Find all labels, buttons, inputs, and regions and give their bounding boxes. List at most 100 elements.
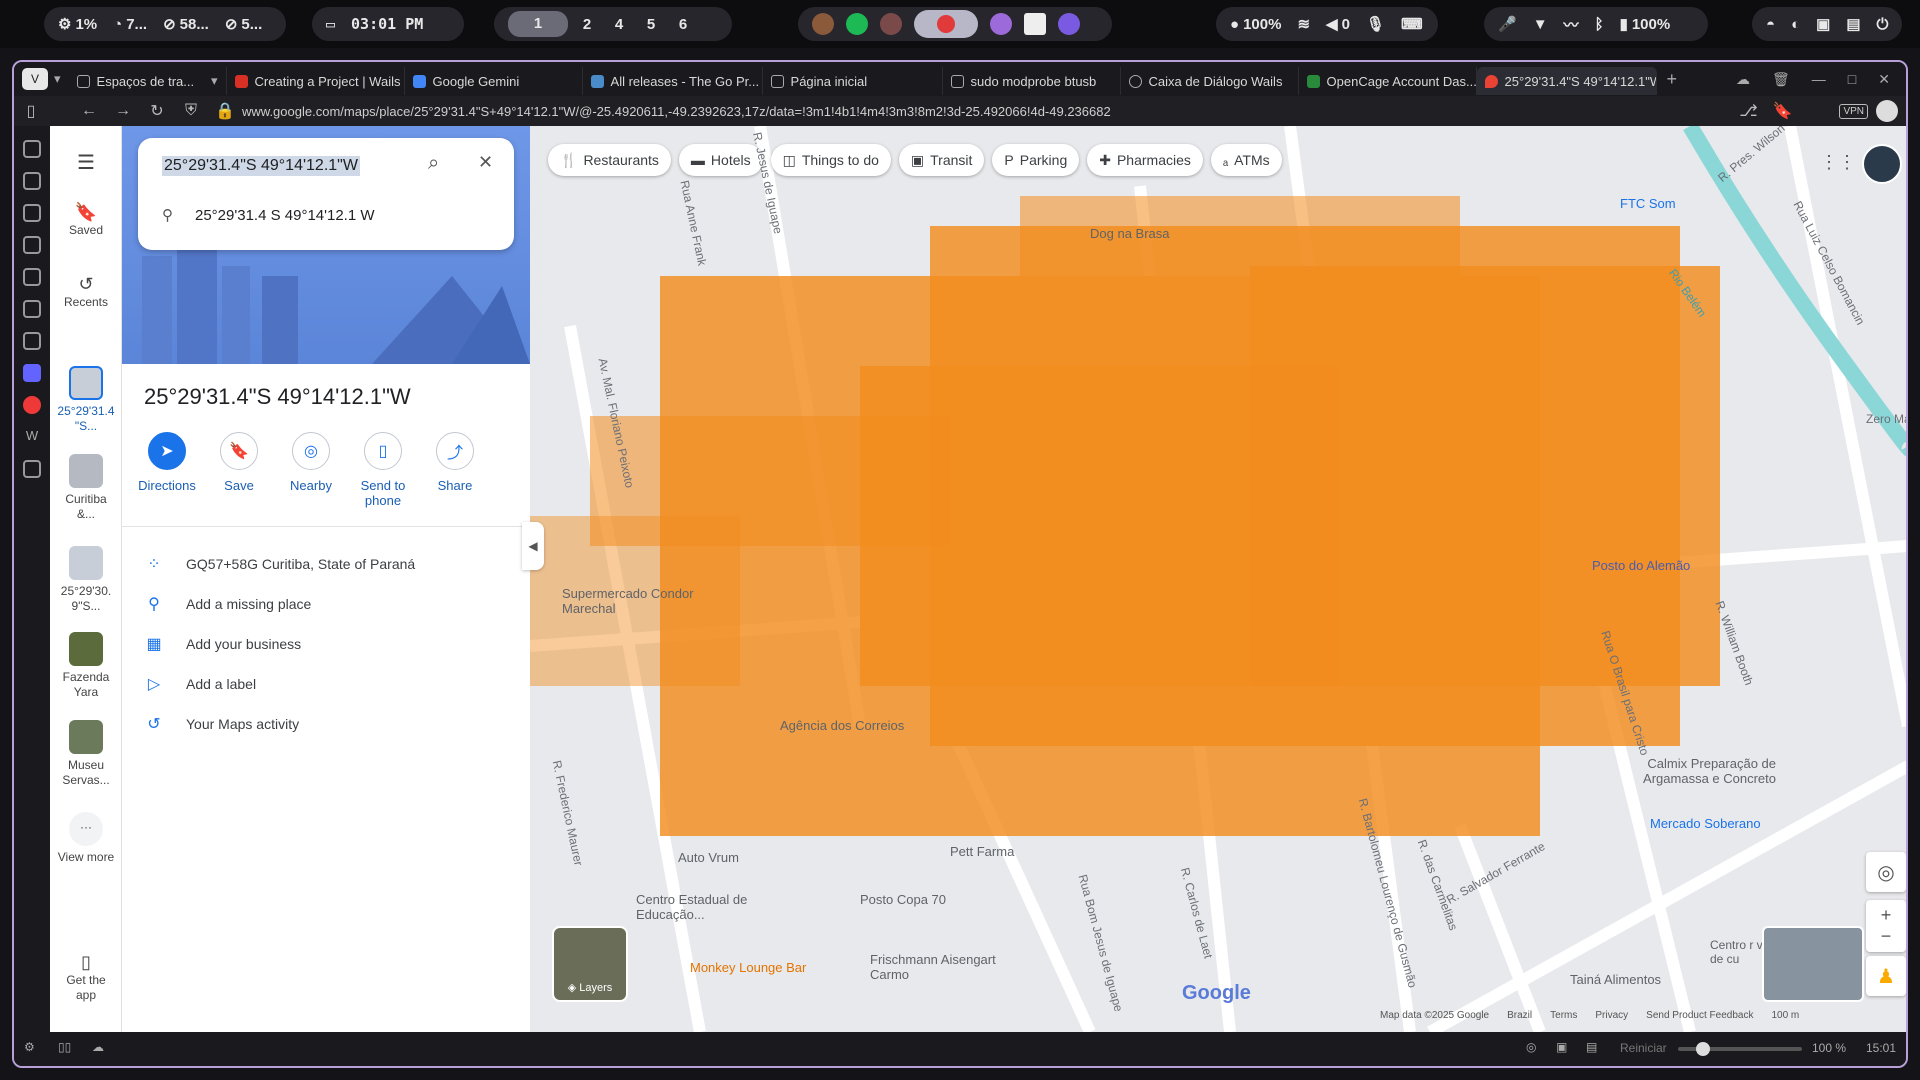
sync-icon[interactable]: ☁ xyxy=(92,1040,104,1054)
collapse-panel-button[interactable]: ◀ xyxy=(522,522,544,570)
volume-stat[interactable]: ◀ 0 xyxy=(1326,15,1350,34)
tab-wails-dialog[interactable]: Caixa de Diálogo Wails xyxy=(1121,67,1299,95)
rail-get-app[interactable]: ▯ Get the app xyxy=(50,952,122,1003)
nearby-button[interactable]: ◎ Nearby xyxy=(280,432,342,508)
tab-wails-project[interactable]: Creating a Project | Wails xyxy=(227,67,405,95)
poi-calmix[interactable]: Calmix Preparação de Argamassa e Concret… xyxy=(1636,756,1776,786)
chevron-down-icon[interactable]: ▾ xyxy=(54,71,61,87)
chip-restaurants[interactable]: 🍴 Restaurants xyxy=(548,144,671,176)
bookmark-icon[interactable]: 🔖 xyxy=(1765,101,1799,121)
spotify-icon[interactable] xyxy=(846,13,868,35)
power-icon[interactable]: ⏻ xyxy=(1877,16,1889,33)
zoom-in-button[interactable]: + xyxy=(1881,905,1892,926)
capture-icon[interactable]: ◎ xyxy=(1526,1040,1536,1054)
chip-transit[interactable]: ▣ Transit xyxy=(898,144,985,176)
rail-recents[interactable]: ↺ Recents xyxy=(50,274,122,309)
url-field[interactable]: www.google.com/maps/place/25°29'31.4"S+4… xyxy=(242,104,1731,119)
poi-mercado-soberano[interactable]: Mercado Soberano xyxy=(1650,816,1761,831)
vivaldi-app-icon[interactable] xyxy=(914,10,978,38)
tab-go-releases[interactable]: All releases - The Go Pr... xyxy=(583,67,763,95)
downloads-panel-icon[interactable] xyxy=(23,172,41,190)
add-business-row[interactable]: ▦ Add your business xyxy=(144,634,301,654)
menu-icon[interactable]: ☰ xyxy=(50,150,122,175)
zoom-out-button[interactable]: − xyxy=(1881,926,1892,947)
chip-parking[interactable]: P Parking xyxy=(992,144,1080,176)
rail-saved[interactable]: 🔖 Saved xyxy=(50,202,122,237)
fox-app-icon[interactable] xyxy=(812,13,834,35)
rail-recent-place-1[interactable]: 25°29'31.4 "S... xyxy=(50,366,122,434)
poi-taina-alimentos[interactable]: Tainá Alimentos xyxy=(1570,972,1661,987)
add-panel-icon[interactable] xyxy=(23,460,41,478)
rail-view-more[interactable]: ··· View more xyxy=(50,812,122,865)
rail-recent-place-3[interactable]: 25°29'30. 9"S... xyxy=(50,546,122,614)
panel-toggle-icon[interactable]: ▯ xyxy=(14,101,48,121)
country-link[interactable]: Brazil xyxy=(1507,1010,1532,1021)
vivaldi-icon[interactable] xyxy=(23,396,41,414)
save-button[interactable]: 🔖 Save xyxy=(208,432,270,508)
rail-recent-place-2[interactable]: Curitiba &... xyxy=(50,454,122,522)
plus-code-row[interactable]: ⁘ GQ57+58G Curitiba, State of Paraná xyxy=(144,554,415,574)
page-actions-icon[interactable]: ▤ xyxy=(1586,1040,1597,1054)
purple-app-icon[interactable] xyxy=(1058,13,1080,35)
reload-icon[interactable]: ↻ xyxy=(140,101,174,121)
translate-icon[interactable]: ⎇ xyxy=(1731,101,1765,121)
pegman-icon[interactable]: ♟ xyxy=(1866,956,1906,996)
chip-things-to-do[interactable]: ◫ Things to do xyxy=(770,144,891,176)
profile-avatar[interactable] xyxy=(1876,100,1898,122)
reset-zoom-button[interactable]: Reiniciar xyxy=(1620,1041,1667,1055)
send-to-phone-button[interactable]: ▯ Send to phone xyxy=(352,432,414,508)
poi-monkey-lounge[interactable]: Monkey Lounge Bar xyxy=(690,960,806,975)
workspace-4[interactable]: 4 xyxy=(606,16,632,33)
bookmarks-panel-icon[interactable] xyxy=(23,140,41,158)
directions-button[interactable]: ➤ Directions xyxy=(136,432,198,508)
chevron-down-icon[interactable]: ▾ xyxy=(211,73,218,89)
poi-centro-estadual[interactable]: Centro Estadual de Educação... xyxy=(636,892,756,922)
vivaldi-menu-icon[interactable]: V xyxy=(22,68,48,90)
keyboard-icon[interactable]: ⌨ xyxy=(1401,15,1423,33)
privacy-app-icon[interactable] xyxy=(990,13,1012,35)
notes-panel-icon[interactable] xyxy=(23,236,41,254)
back-icon[interactable]: ← xyxy=(72,102,106,120)
zoom-slider[interactable] xyxy=(1678,1042,1802,1056)
layers-button[interactable]: ◈ Layers xyxy=(552,926,628,1002)
poi-frischmann[interactable]: Frischmann Aisengart Carmo xyxy=(870,952,1030,982)
workspace-1[interactable]: 1 xyxy=(508,11,568,37)
help-app-icon[interactable] xyxy=(1024,13,1046,35)
tiling-icon[interactable]: ▯▯ xyxy=(58,1040,71,1054)
my-location-button[interactable]: ◎ xyxy=(1866,852,1906,892)
tab-modprobe[interactable]: sudo modprobe btusb xyxy=(943,67,1121,95)
history-panel-icon[interactable] xyxy=(23,204,41,222)
workspace-5[interactable]: 5 xyxy=(638,16,664,33)
poi-posto-copa-70[interactable]: Posto Copa 70 xyxy=(860,892,946,907)
chip-pharmacies[interactable]: ✚ Pharmacies xyxy=(1087,144,1203,176)
terminal-app-icon[interactable] xyxy=(880,13,902,35)
apps-grid-icon[interactable]: ⋮⋮ xyxy=(1820,152,1856,173)
mic-icon[interactable]: 🎙 xyxy=(1366,15,1385,33)
minimize-icon[interactable]: — xyxy=(1812,71,1826,88)
close-window-icon[interactable]: ✕ xyxy=(1878,71,1890,88)
search-icon[interactable]: ⌕ xyxy=(428,152,439,175)
poi-correios[interactable]: Agência dos Correios xyxy=(780,718,904,733)
mastodon-icon[interactable] xyxy=(23,364,41,382)
bluetooth-icon[interactable]: ᛒ xyxy=(1595,16,1604,33)
workspace-2[interactable]: 2 xyxy=(574,16,600,33)
add-label-row[interactable]: ▷ Add a label xyxy=(144,674,256,694)
ghost-icon[interactable]: ◓ xyxy=(1766,16,1775,33)
feedback-link[interactable]: Send Product Feedback xyxy=(1646,1010,1753,1021)
tile-icon[interactable]: ▣ xyxy=(1556,1040,1567,1054)
poi-condor[interactable]: Supermercado Condor Marechal xyxy=(562,586,702,616)
clipboard-icon[interactable]: ▤ xyxy=(1846,15,1860,33)
privacy-link[interactable]: Privacy xyxy=(1595,1010,1628,1021)
share-button[interactable]: ⤴ Share xyxy=(424,432,486,508)
tab-start-page[interactable]: Página inicial xyxy=(763,67,943,95)
add-missing-place-row[interactable]: ⚲ Add a missing place xyxy=(144,594,311,614)
shield-icon[interactable]: ⛨ xyxy=(174,102,208,120)
trash-icon[interactable]: 🗑 xyxy=(1772,71,1790,88)
poi-ftc-som[interactable]: FTC Som xyxy=(1620,196,1676,211)
translate-panel-icon[interactable] xyxy=(23,268,41,286)
tab-opencage[interactable]: OpenCage Account Das... xyxy=(1299,67,1477,95)
chip-atms[interactable]: ₐ ATMs xyxy=(1210,144,1282,176)
zoom-slider-handle[interactable] xyxy=(1696,1042,1710,1056)
cloud-sync-icon[interactable]: ☁ xyxy=(1736,71,1750,88)
poi-dog-na-brasa[interactable]: Dog na Brasa xyxy=(1090,226,1170,241)
